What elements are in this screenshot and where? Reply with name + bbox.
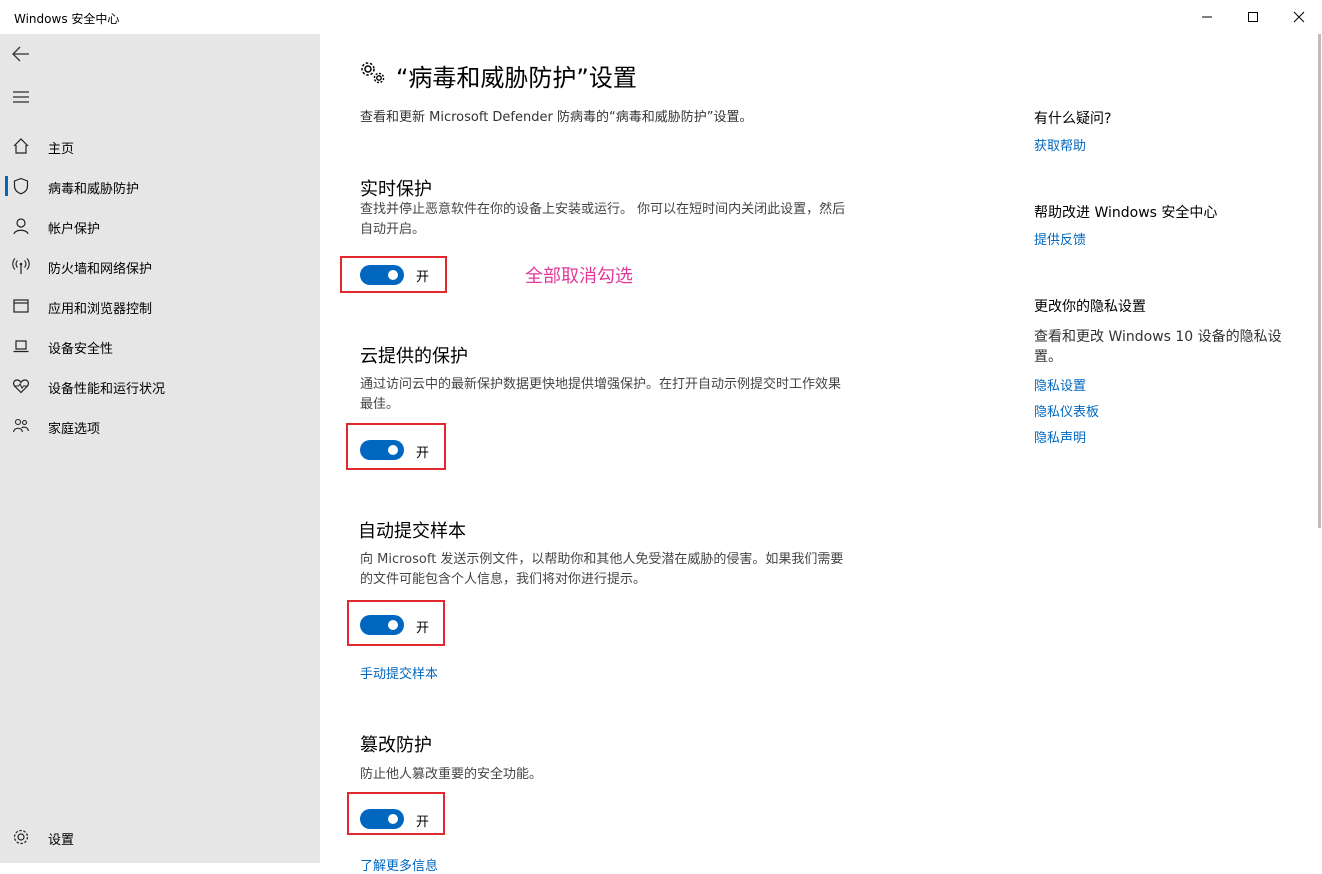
family-icon [11, 417, 31, 435]
section-desc-tamper-protection: 防止他人篡改重要的安全功能。 [360, 767, 543, 782]
hamburger-menu-button[interactable] [10, 86, 32, 108]
get-help-link[interactable]: 获取帮助 [1034, 135, 1086, 154]
sidebar-item-virus-protection[interactable]: 病毒和威胁防护 [0, 168, 320, 204]
sidebar-item-label: 设备安全性 [48, 342, 114, 357]
section-desc-realtime-protection: 查找并停止恶意软件在你的设备上安装或运行。 你可以在短时间内关闭此设置，然后自动… [360, 202, 846, 237]
app-window-icon [11, 297, 31, 315]
privacy-heading: 更改你的隐私设置 [1034, 299, 1146, 315]
realtime-protection-toggle[interactable] [360, 265, 404, 285]
toggle-state-label: 开 [416, 270, 430, 285]
sidebar-item-label: 家庭选项 [48, 422, 101, 437]
wireless-icon [11, 257, 31, 275]
page-subtitle: 查看和更新 Microsoft Defender 防病毒的“病毒和威胁防护”设置… [360, 110, 753, 125]
toggle-state-label: 开 [416, 446, 430, 461]
sidebar-item-label: 帐户保护 [48, 222, 101, 237]
section-title-realtime-protection: 实时保护 [360, 179, 432, 200]
tamper-protection-toggle[interactable] [360, 809, 404, 829]
section-title-auto-sample-submission: 自动提交样本 [358, 521, 466, 542]
improve-heading: 帮助改进 Windows 安全中心 [1034, 205, 1218, 221]
sidebar: 主页 病毒和威胁防护 帐户保护 防火墙和网络保护 应用和浏览器控制 设备安全性 [0, 34, 320, 863]
sidebar-item-family-options[interactable]: 家庭选项 [0, 408, 320, 444]
privacy-text: 查看和更改 Windows 10 设备的隐私设置。 [1034, 329, 1282, 365]
sidebar-item-label: 主页 [48, 142, 75, 157]
scrollbar[interactable] [1318, 34, 1321, 528]
maximize-icon [1248, 12, 1258, 22]
help-heading: 有什么疑问? [1034, 111, 1112, 127]
title-bar: Windows 安全中心 [0, 0, 1322, 34]
toggle-state-label: 开 [416, 815, 430, 830]
sidebar-item-device-performance[interactable]: 设备性能和运行状况 [0, 368, 320, 404]
back-button[interactable] [10, 43, 32, 65]
feedback-link[interactable]: 提供反馈 [1034, 229, 1086, 248]
heart-icon [11, 377, 31, 395]
learn-more-link[interactable]: 了解更多信息 [360, 855, 438, 874]
sidebar-item-label: 病毒和威胁防护 [48, 182, 140, 197]
sidebar-item-label: 防火墙和网络保护 [48, 262, 153, 277]
sidebar-item-app-browser[interactable]: 应用和浏览器控制 [0, 288, 320, 324]
close-button[interactable] [1276, 0, 1322, 34]
section-title-cloud-protection: 云提供的保护 [360, 346, 468, 367]
section-title-tamper-protection: 篡改防护 [360, 735, 432, 756]
privacy-statement-link[interactable]: 隐私声明 [1034, 427, 1086, 446]
annotation-text: 全部取消勾选 [525, 266, 633, 287]
section-desc-auto-sample-submission: 向 Microsoft 发送示例文件，以帮助你和其他人免受潜在威胁的侵害。如果我… [360, 552, 844, 587]
sidebar-item-firewall[interactable]: 防火墙和网络保护 [0, 248, 320, 284]
person-icon [11, 217, 31, 235]
gear-icon [11, 828, 31, 846]
sidebar-item-device-security[interactable]: 设备安全性 [0, 328, 320, 364]
sidebar-item-home[interactable]: 主页 [0, 128, 320, 164]
shield-icon [11, 177, 31, 195]
main-content [320, 34, 1310, 863]
sidebar-item-label: 应用和浏览器控制 [48, 302, 153, 317]
cloud-protection-toggle[interactable] [360, 440, 404, 460]
home-icon [11, 137, 31, 155]
sidebar-item-settings[interactable]: 设置 [0, 819, 320, 855]
window-title: Windows 安全中心 [14, 12, 120, 26]
sidebar-item-account-protection[interactable]: 帐户保护 [0, 208, 320, 244]
hamburger-icon [13, 91, 29, 103]
privacy-dashboard-link[interactable]: 隐私仪表板 [1034, 401, 1099, 420]
page-title: “病毒和威胁防护”设置 [396, 64, 637, 92]
manual-sample-submission-link[interactable]: 手动提交样本 [360, 663, 438, 682]
close-icon [1293, 11, 1305, 23]
laptop-icon [11, 337, 31, 355]
section-desc-cloud-protection: 通过访问云中的最新保护数据更快地提供增强保护。在打开自动示例提交时工作效果最佳。 [360, 377, 842, 412]
minimize-icon [1202, 16, 1212, 18]
settings-label: 设置 [48, 833, 75, 848]
maximize-button[interactable] [1230, 0, 1276, 34]
toggle-state-label: 开 [416, 621, 430, 636]
privacy-settings-link[interactable]: 隐私设置 [1034, 375, 1086, 394]
minimize-button[interactable] [1184, 0, 1230, 34]
auto-sample-submission-toggle[interactable] [360, 615, 404, 635]
sidebar-item-label: 设备性能和运行状况 [48, 382, 166, 397]
gears-icon [359, 60, 387, 86]
back-arrow-icon [12, 46, 29, 62]
